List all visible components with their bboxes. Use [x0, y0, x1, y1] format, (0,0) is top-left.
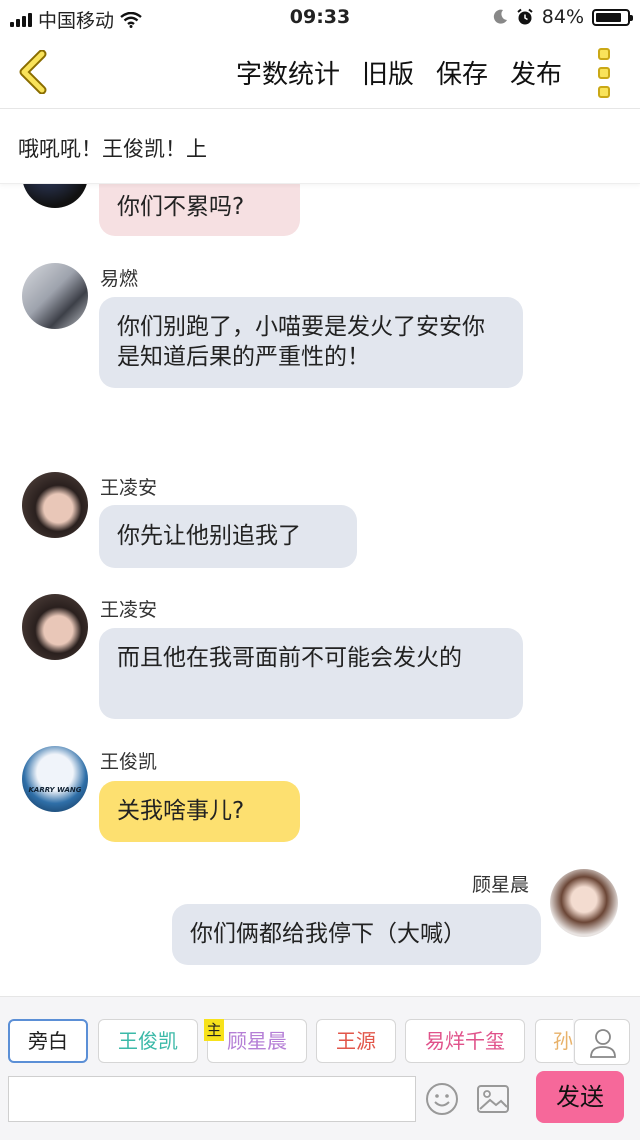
role-chip[interactable]: 孙	[535, 1019, 573, 1063]
role-chip[interactable]: 易烊千玺	[405, 1019, 525, 1063]
role-chip[interactable]: 旁白	[8, 1019, 88, 1063]
avatar-caption: KARRY WANG	[28, 786, 82, 794]
save-button[interactable]: 保存	[436, 54, 488, 91]
battery-icon	[592, 8, 633, 26]
avatar[interactable]	[22, 184, 88, 208]
person-icon[interactable]	[574, 1019, 630, 1065]
avatar[interactable]: KARRY WANG	[22, 746, 88, 812]
send-button[interactable]: 发送	[536, 1071, 624, 1123]
story-title: 哦吼吼！王俊凯！上	[18, 137, 207, 161]
battery-percent: 84%	[541, 6, 584, 28]
more-icon[interactable]	[598, 48, 618, 98]
main-role-badge: 主	[204, 1019, 224, 1041]
message-bubble[interactable]: 你们别跑了，小喵要是发火了安安你是知道后果的严重性的！	[99, 297, 523, 388]
sender-name: 易燃	[100, 268, 139, 290]
alarm-icon	[517, 8, 533, 25]
emoji-icon[interactable]	[424, 1081, 460, 1117]
avatar[interactable]	[22, 472, 88, 538]
message-bubble[interactable]: 而且他在我哥面前不可能会发火的	[99, 628, 523, 719]
old-version-button[interactable]: 旧版	[362, 54, 414, 91]
story-title-bar[interactable]: 哦吼吼！王俊凯！上	[0, 109, 640, 184]
moon-icon	[493, 9, 507, 24]
role-chip[interactable]: 王俊凯	[98, 1019, 198, 1063]
sender-name: 王凌安	[100, 477, 158, 499]
composer-panel: 旁白 王俊凯 顾星晨 王源 易烊千玺 孙 主 发送	[0, 996, 640, 1140]
role-chip[interactable]: 王源	[316, 1019, 396, 1063]
avatar[interactable]	[22, 263, 88, 329]
sender-name: 王凌安	[100, 599, 158, 621]
chat-area[interactable]: 你们不累吗? 易燃 你们别跑了，小喵要是发火了安安你是知道后果的严重性的！ 王凌…	[0, 184, 640, 996]
image-icon[interactable]	[476, 1083, 510, 1115]
message-bubble[interactable]: 你们不累吗?	[99, 184, 300, 236]
avatar[interactable]	[22, 594, 88, 660]
message-bubble[interactable]: 你们俩都给我停下（大喊）	[172, 904, 541, 965]
back-icon[interactable]	[14, 50, 54, 94]
role-selector: 旁白 王俊凯 顾星晨 王源 易烊千玺 孙	[8, 1019, 573, 1065]
top-navbar: 字数统计 旧版 保存 发布	[0, 36, 640, 109]
message-input[interactable]	[8, 1076, 416, 1122]
message-bubble[interactable]: 关我啥事儿?	[99, 781, 300, 842]
avatar[interactable]	[550, 869, 618, 937]
publish-button[interactable]: 发布	[510, 54, 562, 91]
message-bubble[interactable]: 你先让他别追我了	[99, 505, 357, 568]
battery-fill	[596, 12, 621, 22]
word-count-button[interactable]: 字数统计	[236, 54, 340, 91]
status-bar: 中国移动 09:33 84%	[0, 0, 640, 36]
sender-name: 王俊凯	[100, 751, 158, 773]
sender-name: 顾星晨	[472, 874, 530, 896]
